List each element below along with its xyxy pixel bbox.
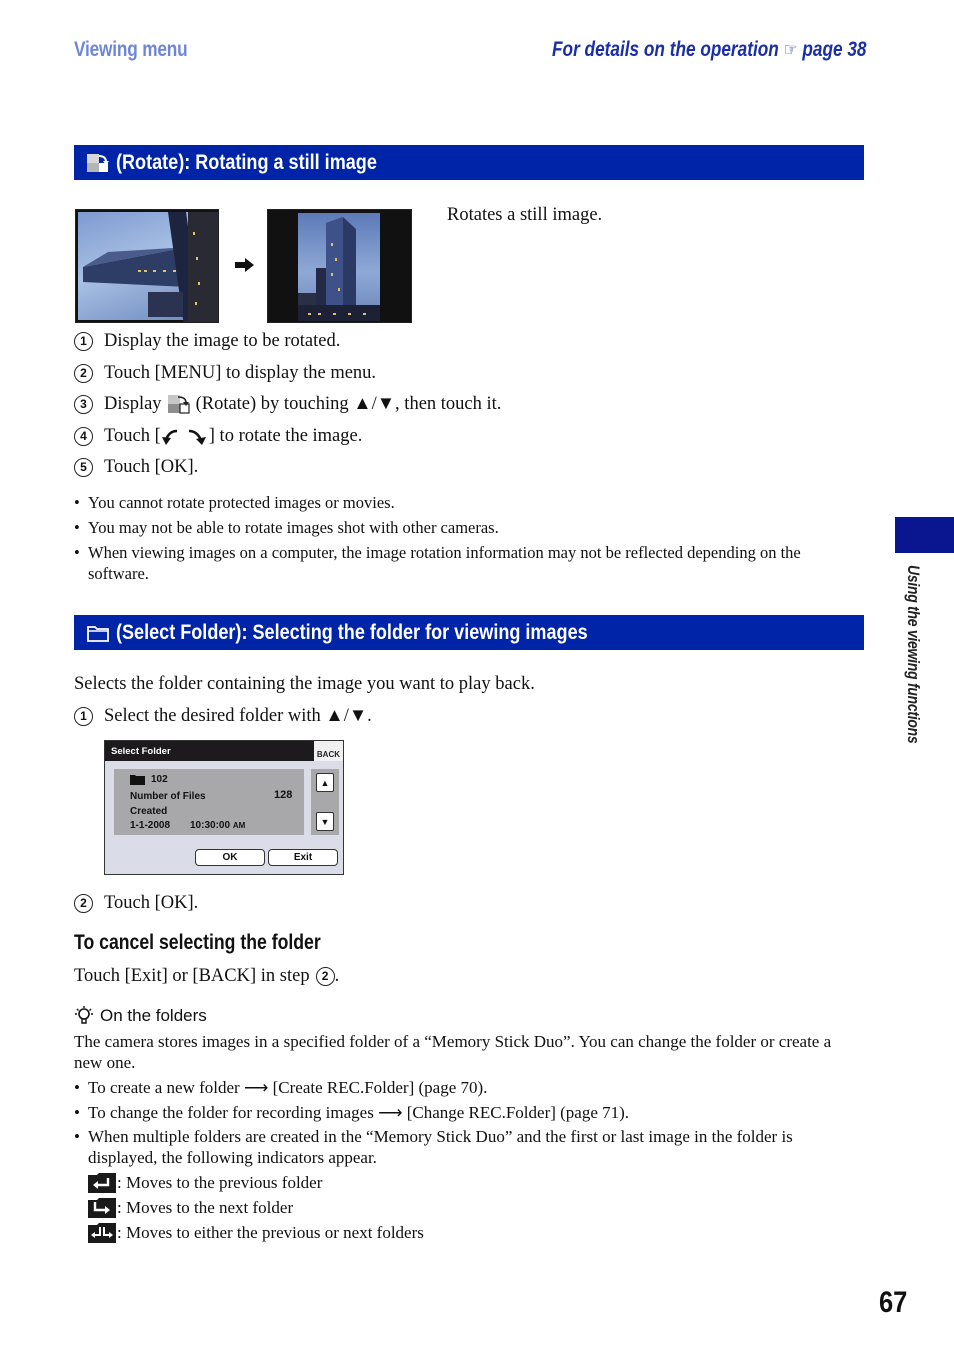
- cancel-text: Touch [Exit] or [BACK] in step 2 .: [74, 966, 340, 986]
- rotate-section-title: (Rotate): Rotating a still image: [116, 150, 377, 174]
- chapter-tab: [895, 517, 954, 553]
- folder-description: Selects the folder containing the image …: [74, 674, 535, 694]
- folder-info-panel: 102 Number of Files 128 Created 1-1-2008…: [114, 769, 304, 835]
- rotate-step-5: 5 Touch [OK].: [74, 456, 198, 478]
- page-number: 67: [879, 1286, 908, 1319]
- rotate-note: • When viewing images on a computer, the …: [74, 543, 801, 583]
- details-prefix: For details on the operation: [551, 38, 779, 61]
- screen-title: Select Folder: [111, 745, 171, 757]
- arrow-right-icon: [234, 257, 256, 273]
- previous-folder-icon: [88, 1172, 116, 1193]
- select-folder-screen: Select Folder BACK 102 Number of Files 1…: [104, 740, 344, 875]
- rotate-note: • You cannot rotate protected images or m…: [74, 493, 395, 512]
- after-rotation-image: [267, 209, 412, 323]
- folder-name: 102: [151, 774, 168, 785]
- indicator-next-folder: : Moves to the next folder: [88, 1197, 293, 1218]
- ok-button[interactable]: OK: [195, 849, 265, 866]
- files-label: Number of Files: [130, 791, 206, 802]
- folder-section-title: (Select Folder): Selecting the folder fo…: [116, 620, 588, 644]
- up-arrow-button[interactable]: ▲: [316, 773, 334, 792]
- rotate-icon: [167, 395, 190, 414]
- created-label: Created: [130, 806, 168, 817]
- rotate-step-3: 3 Display (Rotate) by touching ▲/▼, then…: [74, 393, 501, 415]
- folder-step-2: 2 Touch [OK].: [74, 892, 198, 914]
- created-time: 10:30:00: [190, 820, 231, 831]
- back-button[interactable]: BACK: [313, 741, 343, 761]
- previous-or-next-folder-icon: [88, 1222, 116, 1243]
- rotate-note: • You may not be able to rotate images sh…: [74, 518, 499, 537]
- arrow-right-icon: ⟶: [243, 1078, 269, 1097]
- before-rotation-image: [75, 209, 219, 323]
- files-count: 128: [274, 789, 293, 801]
- created-ampm: AM: [232, 821, 246, 830]
- step-ref-badge: 2: [315, 966, 335, 986]
- folder-icon: [130, 775, 145, 785]
- rotate-step-1: 1 Display the image to be rotated.: [74, 330, 340, 352]
- created-date: 1-1-2008: [130, 820, 171, 831]
- folder-scroll: ▲ ▼: [311, 769, 339, 835]
- hint-bullet: • When multiple folders are created in th…: [74, 1127, 793, 1167]
- folder-step-1: 1 Select the desired folder with ▲/▼.: [74, 705, 372, 727]
- exit-button[interactable]: Exit: [268, 849, 338, 866]
- indicator-previous-folder: : Moves to the previous folder: [88, 1172, 322, 1193]
- running-header-reference: For details on the operation ☞ page 38: [552, 38, 866, 62]
- rotate-step-4: 4 Touch [ ] to rotate the image.: [74, 425, 362, 447]
- rotate-step-2: 2 Touch [MENU] to display the menu.: [74, 362, 376, 384]
- rotate-icon: [87, 153, 109, 172]
- rotate-left-right-icon: [161, 429, 206, 445]
- rotate-description: Rotates a still image.: [447, 205, 603, 225]
- screen-title-bar: Select Folder BACK: [105, 741, 343, 761]
- running-header-section: Viewing menu: [74, 38, 188, 61]
- arrow-right-icon: ⟶: [378, 1103, 403, 1122]
- hint-heading: On the folders: [74, 1005, 207, 1027]
- hint-body: The camera stores images in a specified …: [74, 1032, 832, 1072]
- lightbulb-hint-icon: [75, 1006, 93, 1024]
- rotate-section-header: (Rotate): Rotating a still image: [74, 145, 864, 180]
- down-arrow-button[interactable]: ▼: [316, 812, 334, 831]
- folder-section-header: (Select Folder): Selecting the folder fo…: [74, 615, 864, 650]
- cancel-heading: To cancel selecting the folder: [74, 931, 321, 954]
- pointing-hand-icon: ☞: [783, 40, 798, 61]
- hint-bullet: • To create a new folder ⟶ [Create REC.Fo…: [74, 1078, 488, 1097]
- details-page-link[interactable]: page 38: [802, 38, 866, 61]
- indicator-previous-or-next-folder: : Moves to either the previous or next f…: [88, 1222, 424, 1243]
- next-folder-icon: [88, 1197, 116, 1218]
- chapter-label: Using the viewing functions: [904, 565, 923, 744]
- folder-icon: [87, 625, 109, 642]
- hint-bullet: • To change the folder for recording imag…: [74, 1103, 630, 1122]
